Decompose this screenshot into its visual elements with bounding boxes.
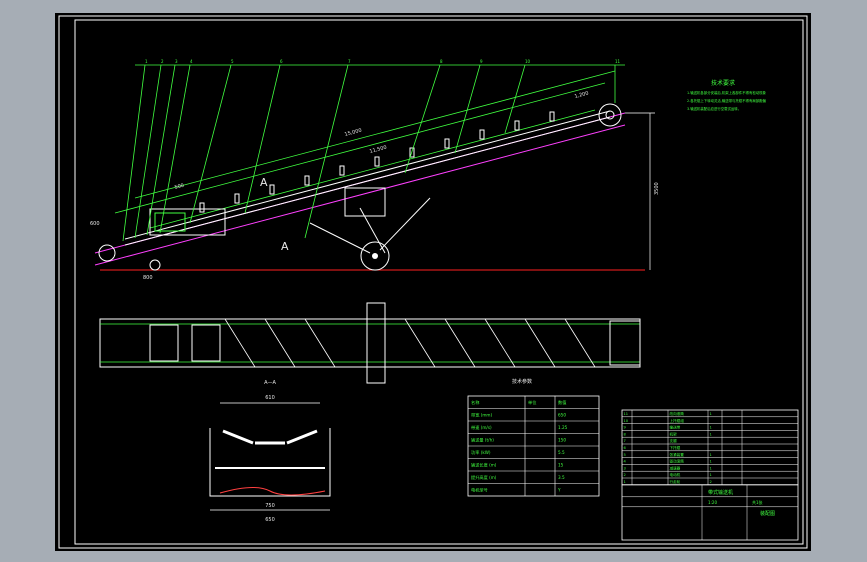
callout-5: 5 xyxy=(231,59,234,64)
spec-cell: 15 xyxy=(558,463,564,468)
bom-cell: 5 xyxy=(624,453,626,457)
callout-3: 3 xyxy=(175,59,178,64)
bom-cell: 1 xyxy=(710,432,712,436)
bom-cell: 3 xyxy=(624,466,626,470)
bom-cell: 支腿 xyxy=(670,438,678,443)
dim-sec-top: 610 xyxy=(265,395,275,401)
view-label-a-upper: A xyxy=(260,176,268,189)
dim-length-inner: 11,500 xyxy=(369,145,387,155)
bom-cell: 6 xyxy=(624,446,627,450)
drawing-sheet: 技术要求 1.输送机各部分安装后,机架上各部件不得有松动现象 2.各托辊上下转动… xyxy=(55,13,811,551)
spec-cell: 3.5 xyxy=(558,475,565,480)
callout-6: 6 xyxy=(280,59,283,64)
bom-cell: 输送带 xyxy=(670,425,681,430)
callout-10: 10 xyxy=(525,59,531,64)
tech-req-line-3: 3.输送机装配后应进行空载试运转。 xyxy=(687,106,741,111)
title-drawing-no: 装配图 xyxy=(760,510,775,517)
bom-cell: 1 xyxy=(710,426,712,430)
bom-cell: 1 xyxy=(710,466,712,470)
callout-4: 4 xyxy=(190,59,193,64)
conveyor-plan-view xyxy=(99,302,641,384)
callouts: 1 2 3 4 5 6 7 8 9 10 11 xyxy=(145,59,621,64)
callout-1: 1 xyxy=(145,59,148,64)
tech-requirements: 技术要求 1.输送机各部分安装后,机架上各部件不得有松动现象 2.各托辊上下转动… xyxy=(687,79,767,111)
spec-header-cell: 数值 xyxy=(558,399,566,406)
callout-8: 8 xyxy=(440,59,443,64)
bom-cell: 改向滚筒 xyxy=(670,411,685,416)
bom-cell: 上托辊组 xyxy=(670,418,685,423)
spec-header-cell: 单位 xyxy=(528,399,536,406)
spec-cell: Y xyxy=(557,488,561,493)
spec-cell: 功率 (kW) xyxy=(471,449,491,456)
bom-cell: 1 xyxy=(624,480,626,484)
bom-cell: 电动机 xyxy=(670,472,681,477)
dim-sec-bottom: 650 xyxy=(265,517,275,523)
spec-cell: 电机型号 xyxy=(471,487,488,494)
spec-cell: 带速 (m/s) xyxy=(471,425,492,431)
bom-cell: 1 xyxy=(710,460,712,464)
bom-cell: 10 xyxy=(624,419,629,423)
spec-cell: 650 xyxy=(558,413,566,418)
cad-drawing: 技术要求 1.输送机各部分安装后,机架上各部件不得有松动现象 2.各托辊上下转动… xyxy=(58,15,808,549)
spec-cell: 5.5 xyxy=(558,450,565,455)
bom-cell: 张紧装置 xyxy=(670,452,685,457)
tech-req-line-2: 2.各托辊上下转动灵活,输送带与托辊不得有局部跑偏 xyxy=(687,98,767,103)
spec-cell: 150 xyxy=(558,438,566,443)
section-view xyxy=(209,402,331,511)
section-label: A—A xyxy=(264,380,276,386)
dim-height: 3500 xyxy=(654,182,660,195)
bom-cell: 1 xyxy=(710,473,712,477)
bom-cell: 驱动滚筒 xyxy=(670,459,685,464)
bom-cell: 4 xyxy=(624,460,627,464)
dim-upper-left: 500 xyxy=(174,183,185,191)
bom-cell: 8 xyxy=(624,432,627,436)
callout-7: 7 xyxy=(348,59,351,64)
dim-sec-mid: 750 xyxy=(265,503,275,509)
bom-cell: 行走轮 xyxy=(670,479,681,484)
dim-base: 800 xyxy=(143,275,153,281)
spec-table: 名称 单位 数值带宽 (mm) 650 带速 (m/s) 1.25 输送量 (t/h) 150… xyxy=(467,395,600,497)
bom-cell: 7 xyxy=(624,439,626,443)
bom-cell: 减速器 xyxy=(670,465,681,470)
conveyor-side-view xyxy=(94,64,655,271)
bom-cell: 9 xyxy=(624,426,627,430)
callout-2: 2 xyxy=(161,59,164,64)
spec-cell: 1.25 xyxy=(558,425,568,430)
tech-req-line-1: 1.输送机各部分安装后,机架上各部件不得有松动现象 xyxy=(687,90,767,95)
bom-cell: 11 xyxy=(624,412,629,416)
callout-11: 11 xyxy=(615,59,621,64)
dim-top: 1,200 xyxy=(574,90,589,100)
dim-length: 15,000 xyxy=(344,128,362,138)
view-label-a-lower: A xyxy=(281,240,289,253)
spec-cell: 输送长度 (m) xyxy=(471,462,497,469)
tech-req-title: 技术要求 xyxy=(711,79,735,87)
dim-left-small: 600 xyxy=(90,221,100,227)
spec-header-cell: 名称 xyxy=(471,399,479,406)
bom-cell: 1 xyxy=(710,412,712,416)
callout-9: 9 xyxy=(480,59,483,64)
title-scale: 1:20 xyxy=(708,500,717,505)
title-name: 带式输送机 xyxy=(708,489,733,496)
bom-cell: 下托辊 xyxy=(670,445,681,450)
spec-cell: 输送量 (t/h) xyxy=(471,437,494,444)
spec-cell: 提升高度 (m) xyxy=(471,474,497,481)
spec-table-title: 技术参数 xyxy=(512,378,532,385)
bom-table: 11 改向滚筒 110 上托辊组9 输送带 18 机架 17 支腿6 下托辊5 张紧装置 14 驱动滚筒… xyxy=(621,409,799,541)
bom-cell: 机架 xyxy=(670,431,678,436)
outer-frame xyxy=(58,15,808,549)
title-sheet: 共1张 xyxy=(752,499,763,505)
bom-cell: 2 xyxy=(624,473,626,477)
spec-cell: 带宽 (mm) xyxy=(471,412,492,419)
bom-cell: 1 xyxy=(710,453,712,457)
bom-cell: 2 xyxy=(710,480,712,484)
